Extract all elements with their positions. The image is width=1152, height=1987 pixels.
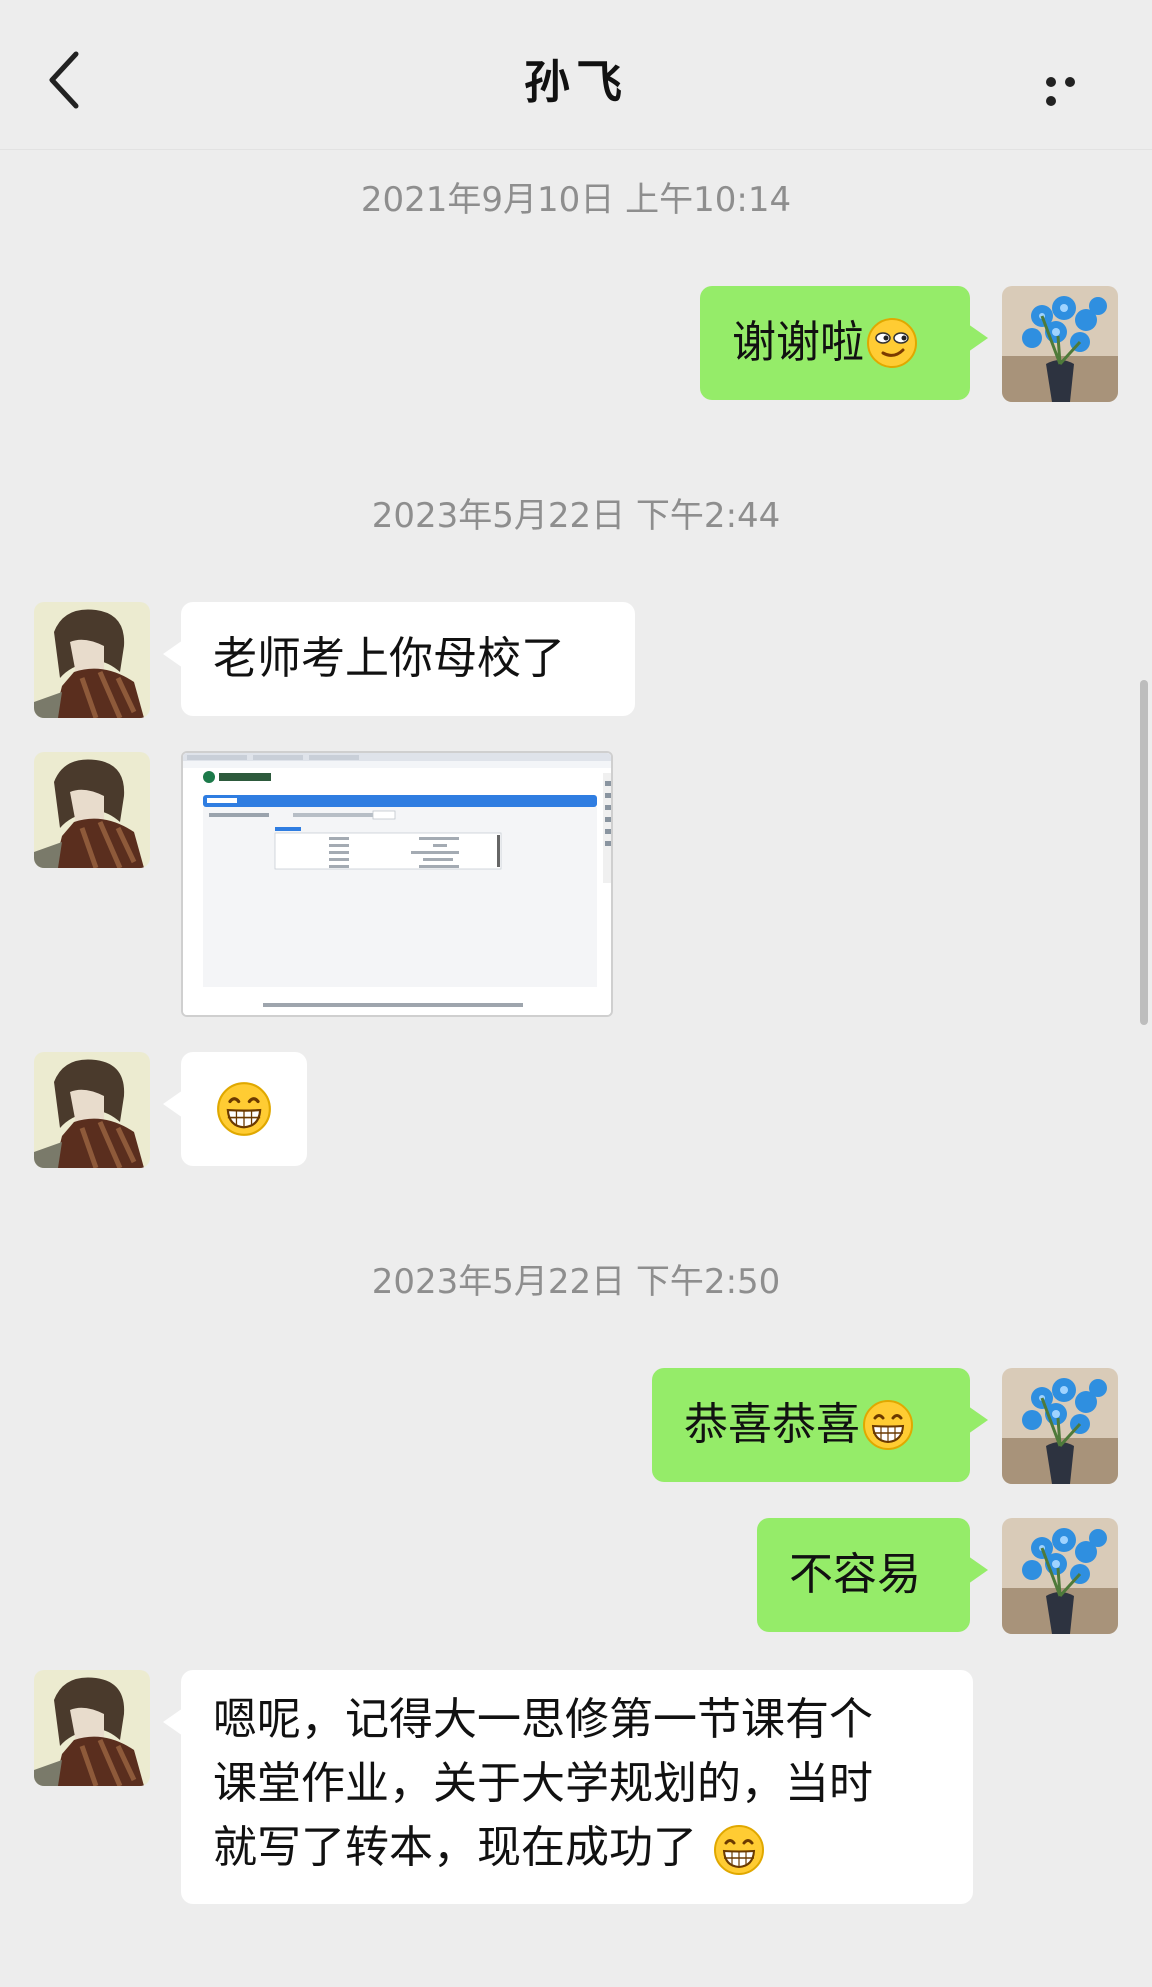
- message-line-text: 就写了转本，现在成功了: [213, 1822, 697, 1873]
- message-text: 不容易: [789, 1549, 921, 1600]
- screenshot-thumbnail: [183, 753, 611, 1015]
- message-bubble-sent[interactable]: 谢谢啦: [700, 286, 988, 400]
- timestamp: 2023年5月22日 下午2:44: [371, 496, 781, 536]
- message-line: 就写了转本，现在成功了: [213, 1816, 873, 1880]
- message-text: 谢谢啦: [732, 317, 864, 368]
- grinning-emoji-icon: [714, 1825, 764, 1875]
- chat-header: 孙飞: [0, 0, 1152, 150]
- image-message[interactable]: [181, 751, 613, 1017]
- grinning-emoji-icon: [863, 1400, 913, 1450]
- grinning-emoji-icon: [217, 1082, 271, 1136]
- more-dots-icon[interactable]: [1046, 72, 1102, 106]
- message-bubble-received[interactable]: 嗯呢，记得大一思修第一节课有个 课堂作业，关于大学规划的，当时 就写了转本，现在…: [163, 1670, 973, 1904]
- scrollbar[interactable]: [1140, 680, 1148, 1025]
- message-line: 嗯呢，记得大一思修第一节课有个: [213, 1694, 873, 1745]
- message-line: 课堂作业，关于大学规划的，当时: [213, 1758, 873, 1809]
- message-text: 嗯呢，记得大一思修第一节课有个 课堂作业，关于大学规划的，当时 就写了转本，现在…: [213, 1688, 873, 1880]
- my-avatar[interactable]: [1002, 1368, 1118, 1484]
- contact-avatar[interactable]: [34, 1052, 150, 1168]
- message-bubble-sent[interactable]: 不容易: [757, 1518, 988, 1632]
- timestamp: 2021年9月10日 上午10:14: [360, 180, 792, 220]
- message-text: 老师考上你母校了: [213, 633, 565, 684]
- message-bubble-received[interactable]: 老师考上你母校了: [163, 602, 635, 716]
- chat-title: 孙飞: [524, 55, 628, 109]
- message-text: 恭喜恭喜: [684, 1399, 860, 1450]
- smirk-emoji-icon: [867, 318, 917, 368]
- contact-avatar[interactable]: [34, 1670, 150, 1786]
- message-bubble-sent[interactable]: 恭喜恭喜: [652, 1368, 988, 1482]
- my-avatar[interactable]: [1002, 1518, 1118, 1634]
- timestamp: 2023年5月22日 下午2:50: [371, 1262, 781, 1302]
- message-bubble-received[interactable]: [163, 1052, 307, 1166]
- contact-avatar[interactable]: [34, 752, 150, 868]
- contact-avatar[interactable]: [34, 602, 150, 718]
- my-avatar[interactable]: [1002, 286, 1118, 402]
